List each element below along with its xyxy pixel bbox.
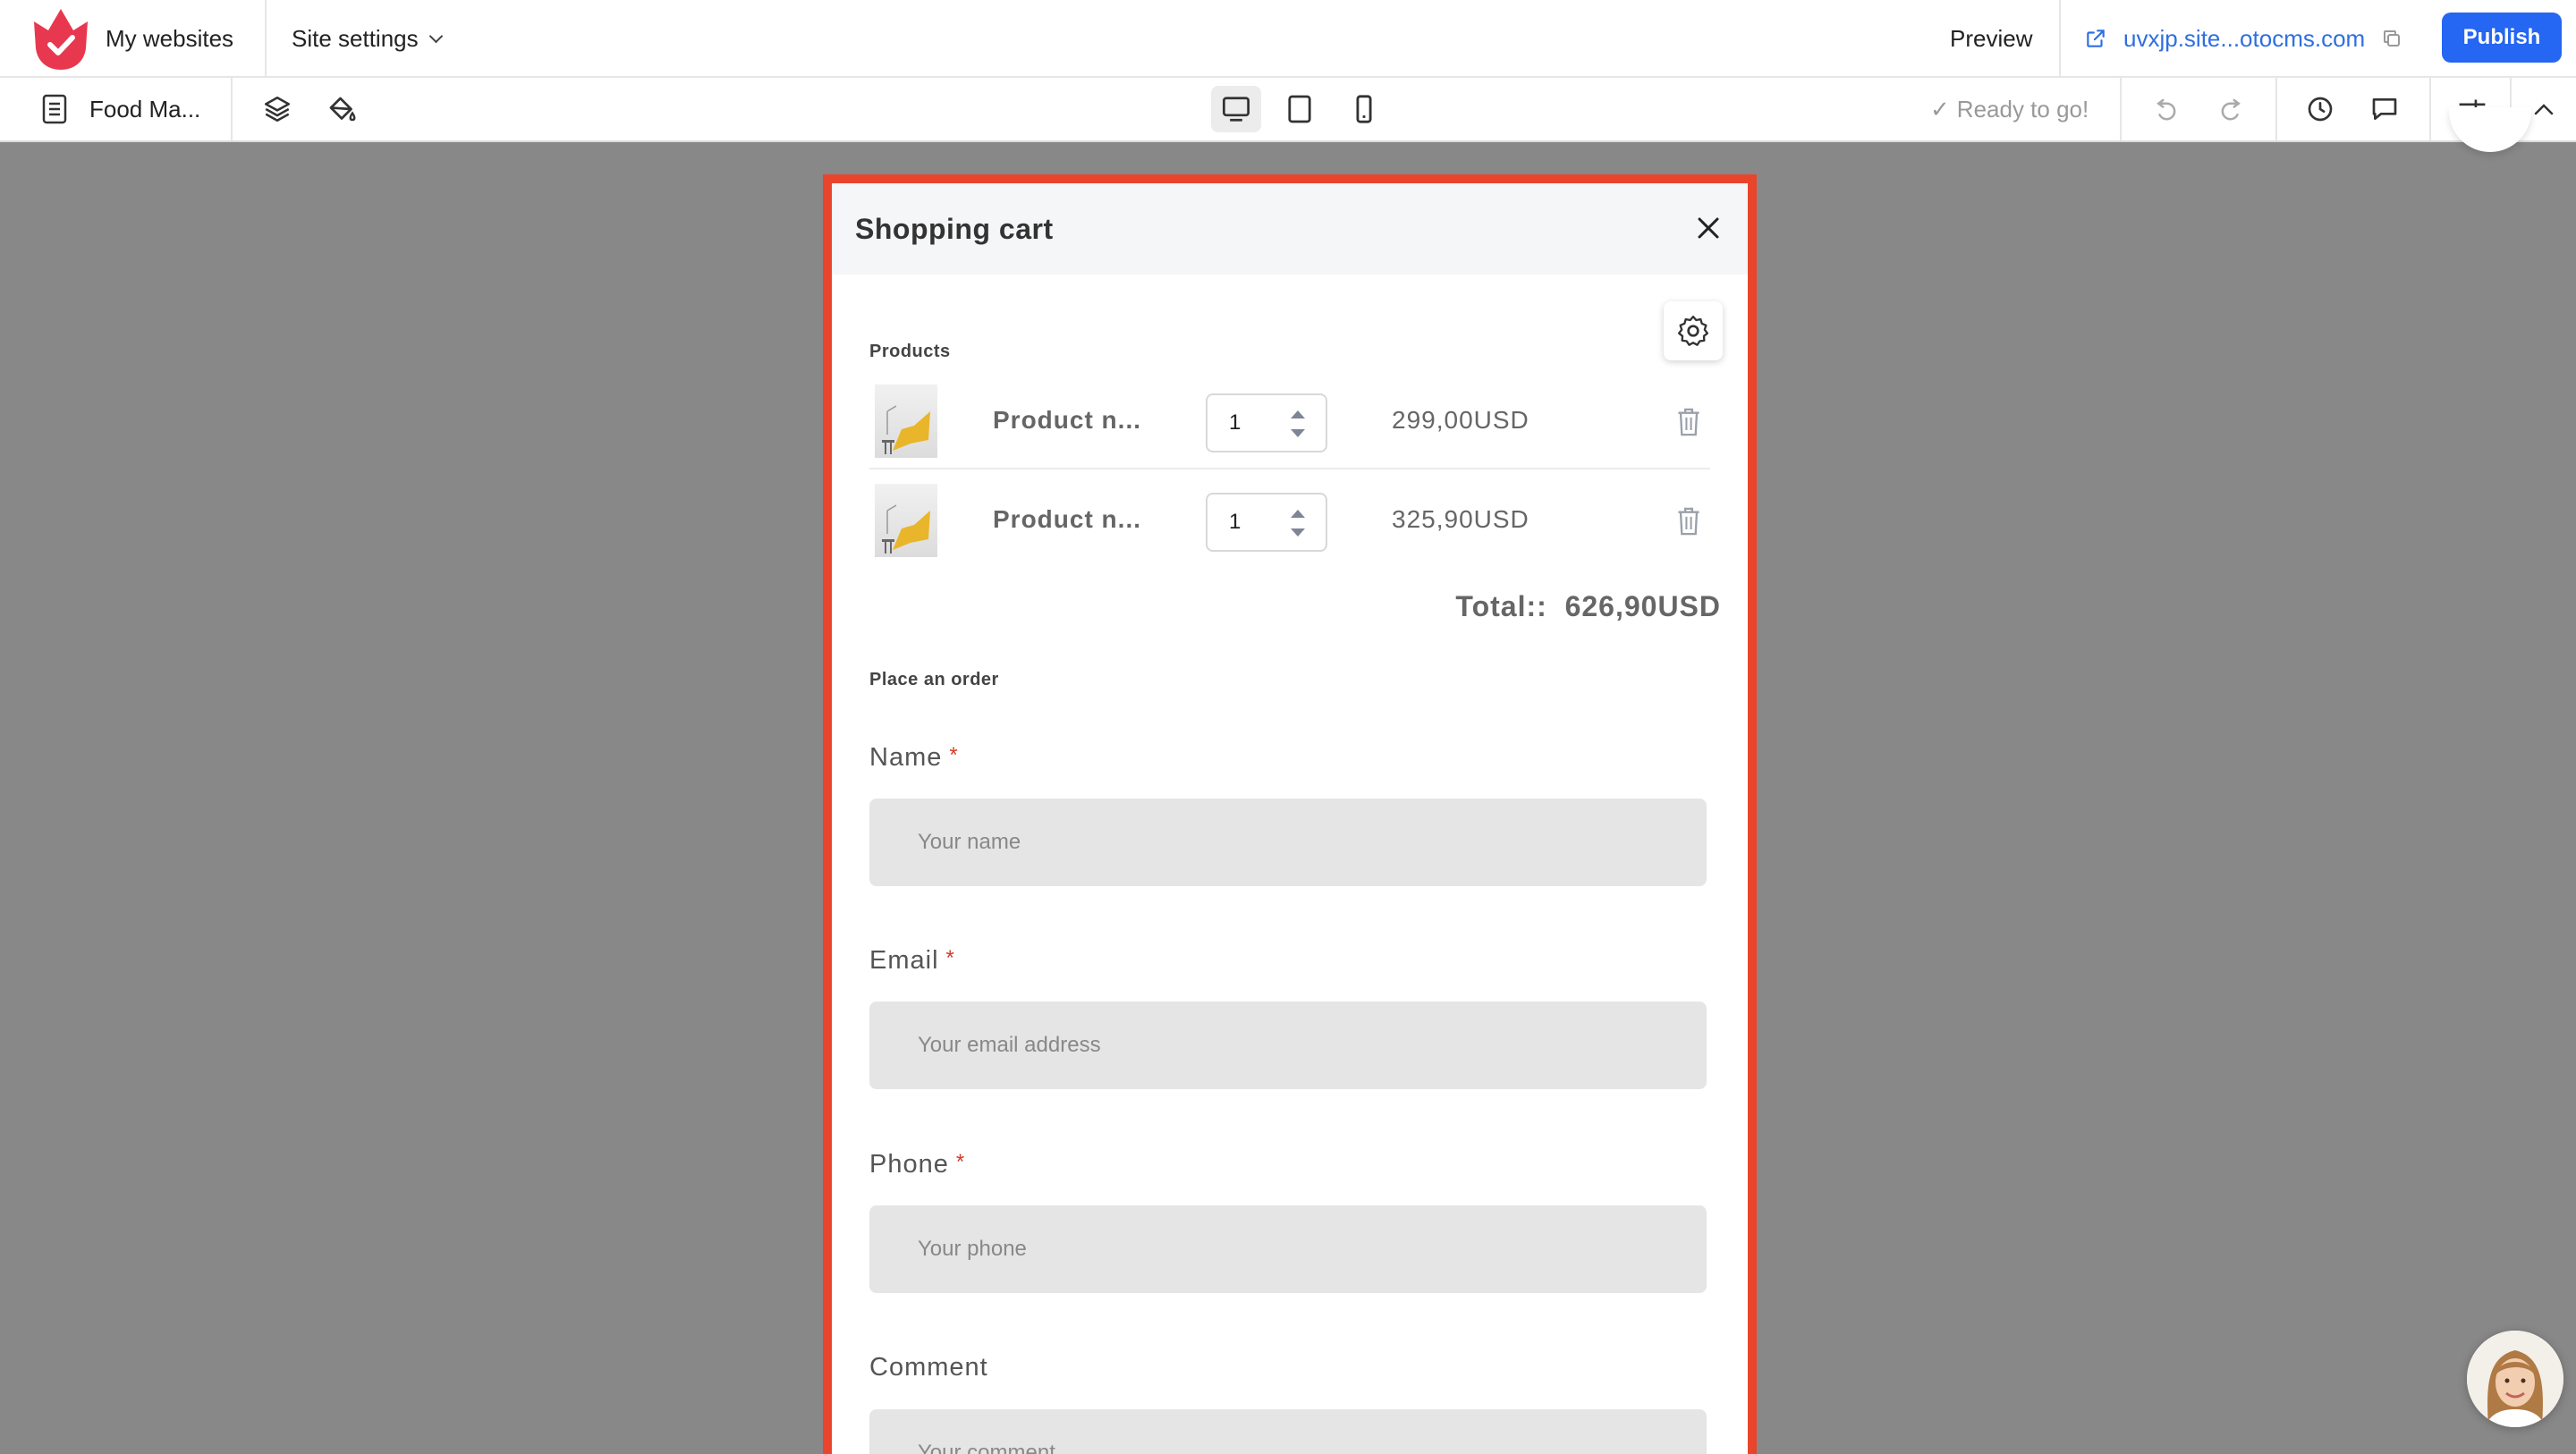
shopping-cart-panel: Shopping cart Products Product n... 1 29… xyxy=(832,183,1748,1454)
page-selector[interactable]: Food Ma... xyxy=(89,78,200,140)
site-url-link[interactable]: uvxjp.site...otocms.com xyxy=(2084,0,2402,77)
top-navigation-bar: My websites Site settings Preview uvxjp.… xyxy=(0,0,2576,78)
product-price: 325,90USD xyxy=(1392,505,1530,533)
copy-icon[interactable] xyxy=(2381,28,2402,49)
close-icon[interactable] xyxy=(1690,210,1726,246)
name-label-text: Name xyxy=(869,743,943,772)
external-link-icon xyxy=(2087,30,2105,47)
required-marker: * xyxy=(955,1150,966,1174)
product-thumbnail xyxy=(875,484,937,557)
quantity-stepper[interactable]: 1 xyxy=(1206,493,1327,552)
site-settings-label: Site settings xyxy=(292,25,419,52)
products-label: Products xyxy=(869,342,951,361)
divider xyxy=(2275,78,2277,140)
my-websites-link[interactable]: My websites xyxy=(106,0,233,77)
phone-label: Phone * xyxy=(869,1150,965,1179)
cart-title: Shopping cart xyxy=(855,213,1054,245)
divider xyxy=(265,0,267,77)
email-label: Email * xyxy=(869,946,955,976)
phone-input[interactable] xyxy=(869,1205,1707,1293)
quantity-stepper[interactable]: 1 xyxy=(1206,393,1327,452)
email-label-text: Email xyxy=(869,946,939,975)
product-thumbnail xyxy=(875,385,937,458)
email-input[interactable] xyxy=(869,1002,1707,1089)
phone-label-text: Phone xyxy=(869,1150,949,1179)
gear-icon[interactable] xyxy=(1664,301,1723,360)
history-icon[interactable] xyxy=(2302,91,2338,127)
mobile-icon[interactable] xyxy=(1342,89,1386,129)
product-name[interactable]: Product n... xyxy=(993,505,1141,534)
quantity-value: 1 xyxy=(1229,510,1241,534)
cart-total: Total:: 626,90USD xyxy=(1455,590,1721,623)
logo-icon[interactable] xyxy=(30,5,91,72)
product-name[interactable]: Product n... xyxy=(993,406,1141,435)
undo-icon[interactable] xyxy=(2148,91,2184,127)
name-input[interactable] xyxy=(869,799,1707,886)
product-price: 299,00USD xyxy=(1392,406,1530,434)
divider xyxy=(2059,0,2061,77)
trash-icon[interactable] xyxy=(1674,406,1703,438)
total-label: Total:: xyxy=(1455,590,1547,622)
comment-label: Comment xyxy=(869,1353,988,1382)
floating-handle[interactable] xyxy=(2449,107,2531,152)
site-url-text: uvxjp.site...otocms.com xyxy=(2123,25,2366,52)
paint-bucket-icon[interactable] xyxy=(324,91,360,127)
save-status: ✓ Ready to go! xyxy=(1930,78,2089,140)
redo-icon[interactable] xyxy=(2213,91,2249,127)
cart-header: Shopping cart xyxy=(832,183,1748,275)
publish-button[interactable]: Publish xyxy=(2442,13,2562,63)
comment-icon[interactable] xyxy=(2367,91,2402,127)
required-marker: * xyxy=(945,946,955,970)
comment-label-text: Comment xyxy=(869,1353,988,1382)
site-settings-menu[interactable]: Site settings xyxy=(292,0,443,77)
divider xyxy=(869,468,1710,469)
editor-toolbar: Food Ma... ✓ Ready to go! xyxy=(0,78,2576,142)
name-label: Name * xyxy=(869,743,959,773)
divider xyxy=(231,78,233,140)
stepper-arrows-icon[interactable] xyxy=(1288,505,1308,541)
status-text: Ready to go! xyxy=(1956,96,2089,123)
comment-input[interactable] xyxy=(869,1409,1707,1454)
trash-icon[interactable] xyxy=(1674,505,1703,537)
cart-product-row: Product n... 1 325,90USD xyxy=(869,477,1710,575)
preview-button[interactable]: Preview xyxy=(1950,0,2032,77)
tablet-icon[interactable] xyxy=(1277,89,1322,129)
cart-product-row: Product n... 1 299,00USD xyxy=(869,377,1710,476)
check-icon: ✓ xyxy=(1930,96,1950,123)
required-marker: * xyxy=(949,743,959,767)
chevron-down-icon xyxy=(428,29,443,44)
divider xyxy=(2429,78,2431,140)
support-chat-avatar[interactable] xyxy=(2467,1331,2563,1427)
divider xyxy=(2120,78,2122,140)
desktop-icon[interactable] xyxy=(1211,86,1261,132)
total-value: 626,90USD xyxy=(1564,590,1721,622)
quantity-value: 1 xyxy=(1229,410,1241,435)
page-icon xyxy=(39,93,70,125)
place-order-label: Place an order xyxy=(869,670,999,689)
chevron-up-icon[interactable] xyxy=(2526,91,2562,127)
stepper-arrows-icon[interactable] xyxy=(1288,406,1308,442)
layers-icon[interactable] xyxy=(259,91,295,127)
